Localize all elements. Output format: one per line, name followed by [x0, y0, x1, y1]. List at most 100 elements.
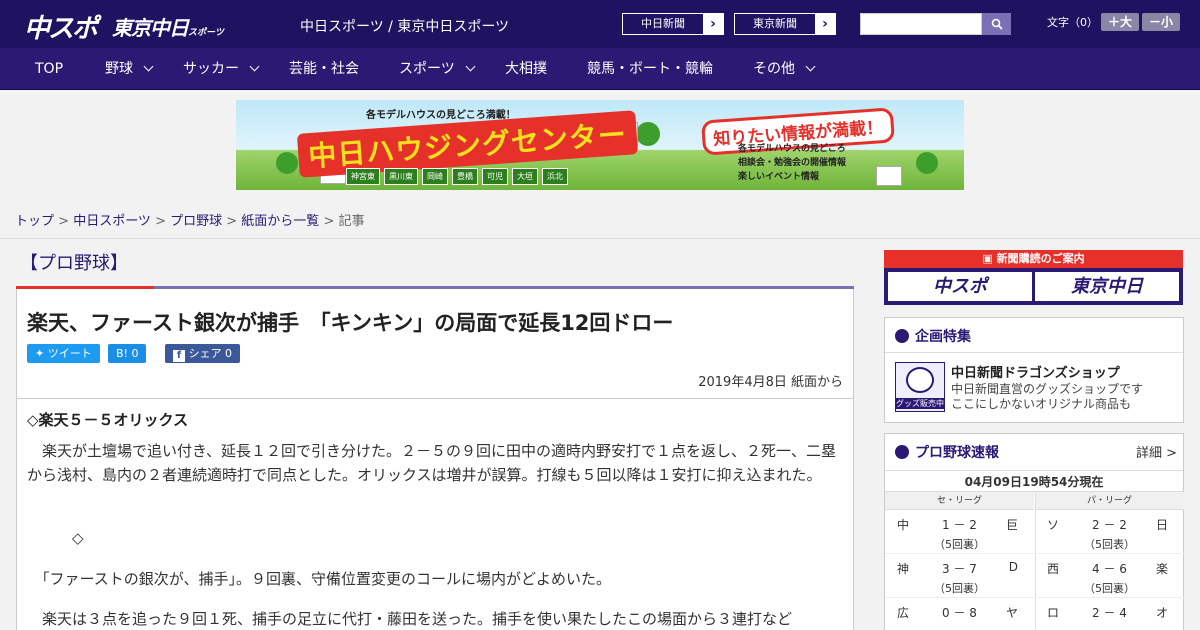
ext-link-label: 中日新聞 — [641, 17, 685, 30]
game-row[interactable]: 中 1 － 2 巨 （5回裏） — [885, 510, 1034, 554]
shop-name-link[interactable]: 中日新聞ドラゴンズショップ — [951, 362, 1120, 381]
nav-label: TOP — [35, 61, 64, 77]
search-button[interactable] — [982, 13, 1011, 35]
breadcrumb-chunichi-sports[interactable]: 中日スポーツ — [73, 214, 151, 229]
tweet-button[interactable]: ✦ ツイート — [27, 344, 100, 363]
away-team: 楽 — [1155, 562, 1168, 576]
breadcrumb-paper-list[interactable]: 紙面から一覧 — [241, 214, 319, 229]
font-smaller-button[interactable]: －小 — [1142, 13, 1180, 31]
nav-label: 競馬・ボート・競輪 — [587, 61, 713, 77]
search-input[interactable] — [860, 13, 982, 35]
game-row[interactable]: 西 4 － 6 楽 （5回裏） — [1035, 554, 1184, 598]
feature-title: 企画特集 — [895, 326, 971, 346]
dragons-shop-thumbnail[interactable]: グッズ販売中 — [895, 362, 945, 412]
font-size-label: 文字（0） — [1047, 16, 1098, 29]
facebook-share-button[interactable]: f シェア 0 — [165, 344, 240, 363]
article-date: 2019年4月8日 紙面から — [698, 375, 843, 390]
baseball-icon — [895, 445, 909, 459]
location-tag: 大垣 — [512, 168, 538, 185]
tokyo-logo-text: 東京中日 — [112, 16, 189, 40]
tokyo-shimbun-button[interactable]: 東京新聞 › — [734, 13, 836, 35]
breadcrumb-current: 記事 — [338, 214, 365, 229]
search-icon — [991, 18, 1003, 30]
article-divider — [17, 398, 853, 399]
article-headline: 楽天、ファースト銀次が捕手 「キンキン」の局面で延長12回ドロー — [27, 311, 674, 335]
site-title[interactable]: 中日スポーツ / 東京中日スポーツ — [300, 16, 509, 36]
nav-racing[interactable]: 競馬・ボート・競輪 — [587, 48, 713, 90]
shop-description: 中日新聞直営のグッズショップです ここにしかないオリジナル商品も — [951, 382, 1143, 412]
subscription-heading: ▣ 新聞購読のご案内 — [884, 250, 1183, 268]
location-tag: 神宮東 — [346, 168, 380, 185]
twitter-icon: ✦ — [35, 347, 45, 360]
chunichi-shimbun-button[interactable]: 中日新聞 › — [622, 13, 724, 35]
house-decoration — [876, 166, 902, 186]
nav-other[interactable]: その他 — [753, 48, 816, 90]
font-larger-button[interactable]: ＋大 — [1101, 13, 1139, 31]
tokyo-logo-suffix: スポーツ — [188, 28, 224, 38]
breadcrumb-top[interactable]: トップ — [15, 214, 54, 229]
nav-baseball[interactable]: 野球 — [105, 48, 154, 90]
chevron-down-icon — [143, 61, 154, 72]
nav-label: その他 — [753, 61, 795, 77]
nav-label: スポーツ — [399, 61, 455, 77]
article-paragraph: 「ファーストの銀次が、捕手」。９回裏、守備位置変更のコールに場内がどよめいた。 — [27, 570, 611, 588]
nav-label: 芸能・社会 — [289, 61, 359, 77]
chevron-down-icon — [465, 61, 476, 72]
nav-sumo[interactable]: 大相撲 — [505, 48, 547, 90]
away-team: 巨 — [1005, 518, 1018, 532]
nav-top[interactable]: TOP — [35, 48, 63, 90]
housing-center-banner[interactable]: 各モデルハウスの見どころ満載！ 中日ハウジングセンター 神宮東 黒川東 岡崎 豊… — [236, 100, 964, 190]
nav-sports[interactable]: スポーツ — [399, 48, 476, 90]
score-detail-link[interactable]: 詳細 > — [1136, 442, 1177, 461]
game-row[interactable]: ソ 2 － 2 日 （5回表） — [1035, 510, 1184, 554]
nav-soccer[interactable]: サッカー — [183, 48, 260, 90]
game-row[interactable]: 広 0 － 8 ヤ — [885, 598, 1034, 630]
score-title: プロ野球速報 — [895, 442, 999, 462]
hatena-bookmark-button[interactable]: B! 0 — [108, 344, 147, 363]
central-league-header: セ・リーグ — [885, 492, 1034, 510]
away-team: オ — [1155, 606, 1168, 620]
location-tag: 豊橋 — [452, 168, 478, 185]
banner-location-tags: 神宮東 黒川東 岡崎 豊橋 可児 大垣 浜北 — [346, 168, 568, 185]
feature-title-text: 企画特集 — [915, 329, 971, 345]
banner-feature-list: 各モデルハウスの見どころ 相談会・勉強会の開催情報 楽しいイベント情報 — [738, 142, 846, 184]
main-nav: TOP 野球 サッカー 芸能・社会 スポーツ 大相撲 競馬・ボート・競輪 その他 — [0, 48, 1200, 90]
article-category[interactable]: 【プロ野球】 — [20, 249, 128, 275]
away-team: ヤ — [1005, 606, 1018, 620]
top-header: 中スポ 東京中日スポーツ 中日スポーツ / 東京中日スポーツ 中日新聞 › 東京… — [0, 0, 1200, 48]
article-body: 楽天、ファースト銀次が捕手 「キンキン」の局面で延長12回ドロー ✦ ツイート … — [16, 289, 854, 630]
chuspo-logo[interactable]: 中スポ — [24, 8, 98, 45]
game-status: （5回裏） — [1084, 582, 1135, 595]
breadcrumb-pro-baseball[interactable]: プロ野球 — [170, 214, 222, 229]
banner-list-item: 楽しいイベント情報 — [738, 172, 820, 182]
divider — [0, 238, 1200, 239]
tweet-label: ツイート — [47, 347, 92, 360]
ribbon-icon — [895, 329, 909, 343]
breadcrumb: トップ > 中日スポーツ > プロ野球 > 紙面から一覧 > 記事 — [15, 214, 365, 229]
banner-subtitle: 各モデルハウスの見どころ満載！ — [366, 110, 516, 121]
game-row[interactable]: ロ 2 － 4 オ — [1035, 598, 1184, 630]
nav-entertainment[interactable]: 芸能・社会 — [289, 48, 359, 90]
game-status: （5回表） — [1084, 538, 1135, 551]
shop-desc-line: 中日新聞直営のグッズショップです — [951, 382, 1144, 396]
pacific-league-header: パ・リーグ — [1035, 492, 1184, 510]
nav-label: サッカー — [183, 61, 239, 77]
shop-thumb-label: グッズ販売中 — [896, 398, 944, 409]
article-paragraph: 楽天は３点を追った９回１死、捕手の足立に代打・藤田を送った。捕手を使い果たしたこ… — [27, 610, 793, 628]
score-panel: プロ野球速報 詳細 > 04月09日19時54分現在 セ・リーグ パ・リーグ 中… — [884, 433, 1184, 630]
chevron-right-icon: › — [815, 14, 835, 34]
game-row[interactable]: 神 3 － 7 D （5回裏） — [885, 554, 1034, 598]
location-tag: 岡崎 — [422, 168, 448, 185]
game-score-subhead: ◇楽天５－５オリックス — [27, 411, 189, 429]
tokyo-subscribe-logo[interactable]: 東京中日 — [1035, 272, 1179, 301]
subscription-box[interactable]: ▣ 新聞購読のご案内 中スポ 東京中日 — [884, 250, 1183, 305]
location-tag: 黒川東 — [384, 168, 418, 185]
banner-list-item: 相談会・勉強会の開催情報 — [738, 158, 847, 168]
game-status: （5回裏） — [934, 538, 985, 551]
chuspo-subscribe-logo[interactable]: 中スポ — [888, 272, 1032, 301]
away-team: D — [1008, 560, 1018, 574]
facebook-icon: f — [173, 350, 185, 362]
mascot-face — [906, 367, 934, 393]
tokyo-chunichi-logo[interactable]: 東京中日スポーツ — [112, 12, 224, 41]
banner-list-item: 各モデルハウスの見どころ — [738, 144, 846, 154]
